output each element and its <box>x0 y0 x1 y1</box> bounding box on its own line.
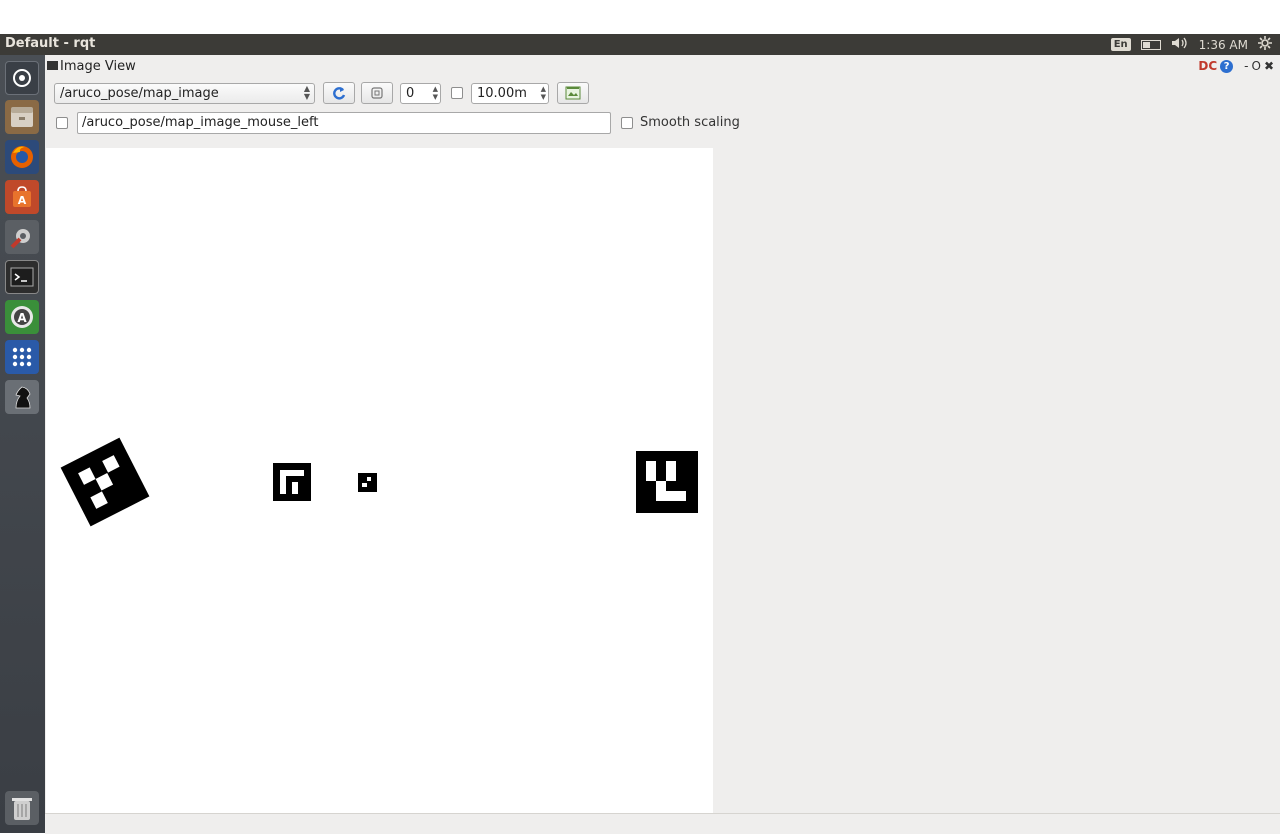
window-title: Default - rqt <box>5 36 96 51</box>
save-image-button[interactable] <box>557 82 589 104</box>
svg-text:A: A <box>17 311 27 325</box>
software-updater-icon[interactable]: A <box>5 300 39 334</box>
plugin-title: Image View <box>47 59 136 74</box>
refresh-icon <box>333 87 346 100</box>
aruco-marker-1 <box>60 437 150 527</box>
dynamic-reconfigure-button[interactable]: DC <box>1198 59 1217 73</box>
publish-click-checkbox[interactable] <box>56 117 68 129</box>
spin-arrows-icon: ▲ ▼ <box>432 85 438 101</box>
system-tray: En 1:36 AM <box>1110 36 1272 53</box>
spin-arrows-icon: ▲ ▼ <box>540 85 546 101</box>
aruco-marker-4 <box>636 451 698 513</box>
minimize-button[interactable]: - <box>1244 59 1248 73</box>
smooth-scaling-checkbox[interactable] <box>621 117 633 129</box>
dock-handle-icon <box>47 61 58 70</box>
rotation-spinbox[interactable]: 0 ▲ ▼ <box>400 83 441 104</box>
status-bar <box>45 813 1280 834</box>
top-panel: Default - rqt En 1:36 AM <box>0 34 1280 55</box>
battery-icon[interactable] <box>1140 39 1161 50</box>
map-image <box>60 437 698 527</box>
gear-icon[interactable] <box>1258 36 1272 53</box>
max-range-spinbox[interactable]: 10.00m ▲ ▼ <box>471 83 549 104</box>
mouse-topic-field[interactable]: /aruco_pose/map_image_mouse_left <box>77 112 611 134</box>
dynamic-range-checkbox[interactable] <box>451 87 463 99</box>
zoom-1-button[interactable] <box>361 82 393 104</box>
plugin-window-controls: DC ? - O ✖ <box>1198 59 1274 73</box>
aruco-marker-3 <box>358 473 377 492</box>
smooth-scaling-label: Smooth scaling <box>640 115 740 130</box>
terminal-icon[interactable] <box>5 260 39 294</box>
close-button[interactable]: ✖ <box>1264 59 1274 73</box>
software-center-icon[interactable]: A <box>5 180 39 214</box>
firefox-icon[interactable] <box>5 140 39 174</box>
dash-icon[interactable] <box>5 61 39 95</box>
clock[interactable]: 1:36 AM <box>1199 38 1248 52</box>
help-button[interactable]: ? <box>1220 59 1234 73</box>
files-icon[interactable] <box>5 100 39 134</box>
rqt-main-window: Image View DC ? - O ✖ /aruco_pose/map_im… <box>45 55 1280 834</box>
image-display[interactable] <box>46 148 713 813</box>
save-image-icon <box>565 86 581 100</box>
system-settings-icon[interactable] <box>5 220 39 254</box>
aruco-marker-2 <box>273 463 311 501</box>
topic-combo-box[interactable]: /aruco_pose/map_image ▲ ▼ <box>54 83 315 104</box>
chess-icon[interactable] <box>5 380 39 414</box>
launcher: A A <box>0 55 45 833</box>
refresh-topics-button[interactable] <box>323 82 355 104</box>
speaker-icon[interactable] <box>1171 37 1189 52</box>
keyboard-language-indicator[interactable]: En <box>1110 38 1131 51</box>
trash-icon[interactable] <box>5 791 39 825</box>
svg-text:A: A <box>18 194 27 207</box>
zoom-icon <box>371 87 383 99</box>
float-button[interactable]: O <box>1251 59 1260 73</box>
apps-grid-icon[interactable] <box>5 340 39 374</box>
combo-arrow-icon: ▲ ▼ <box>303 84 310 101</box>
